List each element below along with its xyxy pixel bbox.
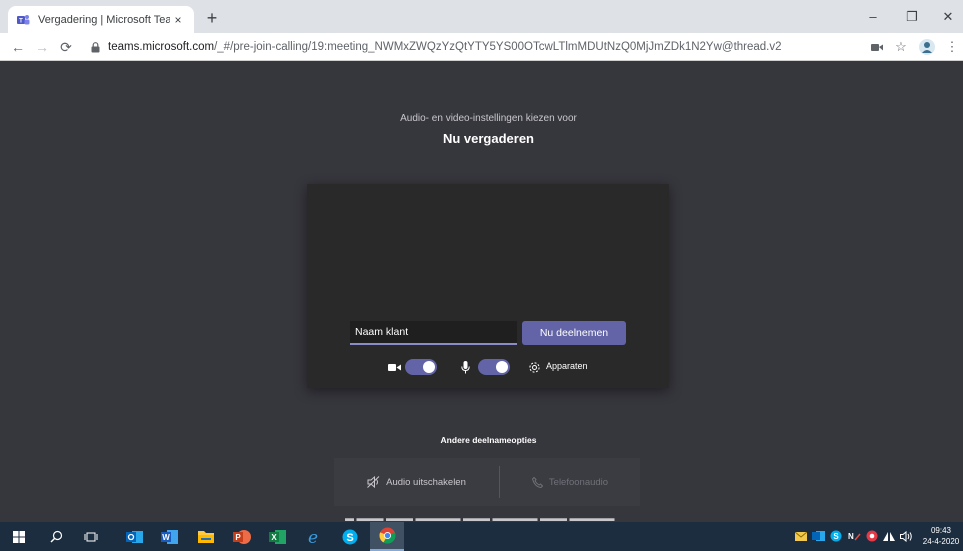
search-icon[interactable] bbox=[45, 526, 67, 547]
url-text: teams.microsoft.com/_#/pre-join-calling/… bbox=[108, 41, 782, 53]
word-icon[interactable]: W bbox=[159, 526, 181, 547]
phone-audio-option[interactable]: Telefoonaudio bbox=[500, 458, 640, 506]
file-explorer-icon[interactable] bbox=[195, 526, 217, 547]
devices-button[interactable]: Apparaten bbox=[546, 361, 588, 371]
skype-tray-icon[interactable]: S bbox=[829, 529, 843, 543]
phone-icon bbox=[531, 476, 543, 488]
close-window-button[interactable]: ✕ bbox=[925, 0, 963, 33]
clock-date: 24-4-2020 bbox=[922, 537, 960, 546]
tab-close-icon[interactable]: × bbox=[170, 13, 186, 27]
screen: T Vergadering | Microsoft Teams × + – ❐ … bbox=[0, 0, 963, 551]
skype-icon[interactable]: S bbox=[339, 526, 361, 547]
powerpoint-icon[interactable]: P bbox=[231, 526, 253, 547]
url-host: teams.microsoft.com bbox=[108, 41, 215, 53]
network-tray-icon[interactable] bbox=[882, 529, 896, 543]
browser-toolbar: ← → ⟳ teams.microsoft.com/_#/pre-join-ca… bbox=[0, 33, 963, 61]
chrome-taskbar-button[interactable] bbox=[370, 522, 404, 551]
video-preview: Nu deelnemen Apparaten bbox=[307, 184, 669, 388]
name-input[interactable] bbox=[350, 321, 517, 345]
address-bar[interactable]: teams.microsoft.com/_#/pre-join-calling/… bbox=[88, 36, 858, 58]
camera-toggle[interactable] bbox=[405, 359, 437, 375]
internet-explorer-icon[interactable]: e bbox=[302, 526, 324, 547]
browser-tab-strip: T Vergadering | Microsoft Teams × + – ❐ … bbox=[0, 0, 963, 33]
svg-text:X: X bbox=[271, 533, 277, 542]
forward-arrow-icon[interactable]: → bbox=[32, 37, 52, 57]
windows-taskbar: W P X e S S N 09:43 24-4-2020 bbox=[0, 522, 963, 551]
svg-text:S: S bbox=[346, 532, 353, 544]
other-join-options: Audio uitschakelen Telefoonaudio bbox=[334, 458, 640, 506]
tab-title: Vergadering | Microsoft Teams bbox=[38, 13, 170, 26]
outlook-tray-icon[interactable] bbox=[811, 529, 825, 543]
prejoin-screen: Audio- en video-instellingen kiezen voor… bbox=[0, 62, 963, 523]
teams-icon: T bbox=[16, 13, 30, 27]
prejoin-subtitle: Audio- en video-instellingen kiezen voor bbox=[400, 113, 577, 124]
microphone-toggle[interactable] bbox=[478, 359, 510, 375]
taskbar-clock[interactable]: 09:43 24-4-2020 bbox=[921, 525, 961, 547]
svg-text:N: N bbox=[848, 532, 854, 541]
join-now-button[interactable]: Nu deelnemen bbox=[522, 321, 626, 345]
svg-text:S: S bbox=[833, 532, 839, 541]
microphone-icon bbox=[458, 360, 472, 374]
language-tray-icon[interactable]: N bbox=[847, 529, 861, 543]
microphone-toggle-knob bbox=[496, 361, 508, 373]
task-view-icon[interactable] bbox=[80, 526, 102, 547]
bookmark-star-icon[interactable]: ☆ bbox=[892, 38, 910, 56]
speaker-off-icon bbox=[367, 476, 380, 488]
browser-menu-icon[interactable]: ⋮ bbox=[943, 38, 961, 56]
camera-toggle-knob bbox=[423, 361, 435, 373]
phone-audio-label: Telefoonaudio bbox=[548, 476, 609, 488]
device-controls: Apparaten bbox=[387, 357, 627, 377]
outlook-icon[interactable] bbox=[124, 526, 146, 547]
browser-tab[interactable]: T Vergadering | Microsoft Teams × bbox=[8, 6, 194, 33]
svg-text:T: T bbox=[19, 18, 23, 24]
reload-icon[interactable]: ⟳ bbox=[56, 37, 76, 57]
url-path: /_#/pre-join-calling/19:meeting_NWMxZWQz… bbox=[214, 41, 782, 53]
meeting-title: Nu vergaderen bbox=[442, 131, 535, 146]
camera-indicator-icon[interactable] bbox=[868, 38, 886, 56]
gear-icon[interactable] bbox=[527, 360, 541, 374]
new-tab-button[interactable]: + bbox=[200, 6, 224, 30]
volume-tray-icon[interactable] bbox=[899, 529, 913, 543]
svg-text:W: W bbox=[162, 533, 170, 542]
audio-off-label: Audio uitschakelen bbox=[386, 476, 466, 488]
camera-icon bbox=[387, 360, 401, 374]
other-join-options-title: Andere deelnameopties bbox=[440, 435, 537, 445]
chrome-icon bbox=[378, 527, 396, 544]
svg-text:e: e bbox=[308, 528, 318, 546]
lock-icon bbox=[88, 40, 102, 54]
audio-off-option[interactable]: Audio uitschakelen bbox=[334, 458, 499, 506]
security-tray-icon[interactable] bbox=[865, 529, 879, 543]
windows-start-icon[interactable] bbox=[8, 526, 30, 547]
mail-tray-icon[interactable] bbox=[794, 529, 808, 543]
excel-icon[interactable]: X bbox=[267, 526, 289, 547]
back-arrow-icon[interactable]: ← bbox=[8, 37, 28, 57]
profile-avatar[interactable] bbox=[918, 38, 936, 56]
svg-text:P: P bbox=[235, 533, 241, 542]
clock-time: 09:43 bbox=[930, 526, 952, 535]
